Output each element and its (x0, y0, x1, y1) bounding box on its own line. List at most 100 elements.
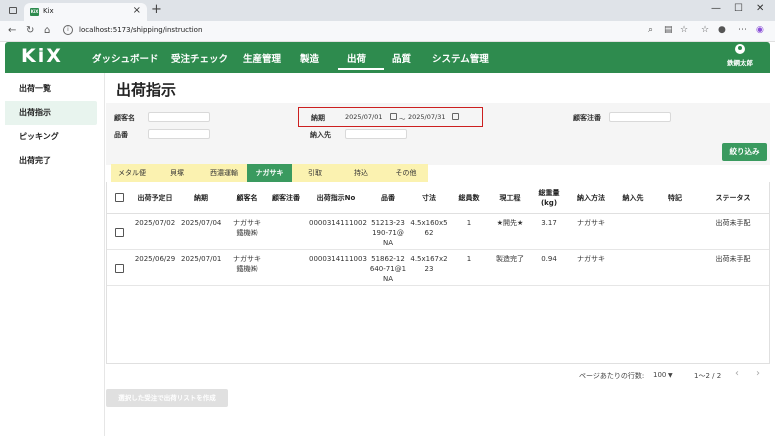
minimize-icon[interactable]: — (711, 3, 721, 14)
col-size[interactable]: 寸法 (409, 182, 449, 214)
col-destination[interactable]: 納入先 (615, 182, 651, 214)
home-icon[interactable]: ⌂ (44, 25, 50, 36)
tab-seino[interactable]: 西濃運輸 (201, 164, 247, 182)
tab-bring-in[interactable]: 持込 (338, 164, 384, 182)
col-process[interactable]: 現工程 (491, 182, 529, 214)
cell-ship-date: 2025/06/29 (134, 255, 176, 263)
nav-quality[interactable]: 品質 (392, 51, 411, 65)
tab-kaizuka[interactable]: 貝塚 (153, 164, 201, 182)
prev-page-icon[interactable]: ‹ (735, 368, 739, 379)
nav-system[interactable]: システム管理 (432, 51, 489, 65)
cell-status: 出荷未手配 (715, 219, 751, 227)
nav-active-indicator (338, 68, 384, 70)
nav-production[interactable]: 生産管理 (243, 51, 281, 65)
favicon-icon: KiX (30, 8, 39, 16)
part-label: 品番 (114, 131, 128, 139)
address-bar: ← ↻ ⌂ i localhost:5173/shipping/instruct… (0, 21, 775, 42)
tab-other[interactable]: その他 (384, 164, 428, 182)
order-no-input[interactable] (609, 112, 671, 122)
tab-metal[interactable]: メタル便 (111, 164, 153, 182)
cell-size: 4.5x160x5 62 (410, 219, 448, 237)
reload-icon[interactable]: ↻ (26, 25, 34, 36)
browser-tab[interactable]: KiX Kix × (24, 3, 147, 21)
rows-per-page-select[interactable]: 100 (653, 371, 666, 379)
cell-size: 4.5x167x2 23 (410, 255, 448, 273)
col-instruction-no[interactable]: 出荷指示No (309, 182, 363, 214)
sidebar-item-shipping-instruction[interactable]: 出荷指示 (5, 101, 97, 125)
favorites-bar-icon[interactable]: ☆ (701, 25, 709, 35)
app-logo[interactable]: KiX (21, 45, 63, 67)
col-weight[interactable]: 総重量 (kg) (531, 182, 567, 214)
calendar-from-icon[interactable] (390, 113, 397, 120)
part-input[interactable] (148, 129, 210, 139)
site-info-icon[interactable]: i (63, 25, 73, 35)
col-due[interactable]: 納期 (181, 182, 221, 214)
copilot-icon[interactable]: ◉ (756, 25, 764, 35)
app-header: KiX ダッシュボード 受注チェック 生産管理 製造 出荷 品質 システム管理 … (5, 42, 770, 73)
maximize-icon[interactable]: ☐ (734, 3, 743, 14)
cell-instruction-no: 0000314111003 (309, 255, 367, 263)
cell-method: ナガサキ (577, 219, 605, 227)
tab-close-icon[interactable]: × (133, 5, 141, 16)
new-tab-icon[interactable]: + (151, 2, 162, 17)
row-checkbox[interactable] (115, 264, 124, 273)
sidebar-item-shipping-list[interactable]: 出荷一覧 (5, 77, 97, 101)
cell-status: 出荷未手配 (715, 255, 751, 263)
sidebar-item-shipping-complete[interactable]: 出荷完了 (5, 149, 97, 173)
col-customer[interactable]: 顧客名 (227, 182, 267, 214)
row-checkbox[interactable] (115, 228, 124, 237)
col-order-no[interactable]: 顧客注番 (267, 182, 305, 214)
filter-button[interactable]: 絞り込み (722, 143, 767, 161)
back-icon[interactable]: ← (8, 25, 16, 36)
destination-label: 納入先 (310, 131, 331, 139)
window-menu-icon[interactable] (9, 7, 17, 14)
cell-customer: ナガサキ 鐵機㈱ (233, 255, 261, 273)
page-range: 1〜2 / 2 (694, 372, 722, 380)
cell-ship-date: 2025/07/02 (134, 219, 176, 227)
col-part[interactable]: 品番 (369, 182, 407, 214)
create-shipping-list-button[interactable]: 選択した受注で出荷リストを作成 (106, 389, 228, 407)
due-from-input[interactable]: 2025/07/01 (345, 113, 382, 121)
cell-due: 2025/07/04 (181, 219, 222, 227)
tab-nagasaki[interactable]: ナガサキ (247, 164, 292, 182)
destination-input[interactable] (345, 129, 407, 139)
cell-instruction-no: 0000314111002 (309, 219, 367, 227)
col-method[interactable]: 納入方法 (571, 182, 611, 214)
col-ship-date[interactable]: 出荷予定日 (133, 182, 177, 214)
nav-dashboard[interactable]: ダッシュボード (92, 51, 159, 65)
sidebar-item-picking[interactable]: ピッキング (5, 125, 97, 149)
table-row[interactable]: 2025/07/02 2025/07/04 ナガサキ 鐵機㈱ 000031411… (107, 214, 769, 250)
search-icon[interactable]: ⌕ (648, 25, 653, 35)
customer-input[interactable] (148, 112, 210, 122)
due-to-input[interactable]: 2025/07/31 (408, 113, 445, 121)
user-menu[interactable]: 鉄鋼太郎 (725, 44, 755, 67)
due-separator: 〜 (399, 115, 406, 123)
table-row[interactable]: 2025/06/29 2025/07/01 ナガサキ 鐵機㈱ 000031411… (107, 250, 769, 286)
nav-shipping[interactable]: 出荷 (347, 51, 366, 65)
rows-per-page-label: ページあたりの行数: (579, 372, 645, 380)
col-note[interactable]: 特記 (659, 182, 691, 214)
next-page-icon[interactable]: › (756, 368, 760, 379)
reader-icon[interactable]: ▤ (664, 25, 673, 35)
due-date-range: 納期 2025/07/01 〜 2025/07/31 (298, 107, 483, 127)
url-field[interactable]: i localhost:5173/shipping/instruction (62, 24, 702, 39)
due-label: 納期 (311, 114, 325, 122)
col-qty[interactable]: 総員数 (451, 182, 487, 214)
cell-process: 製造完了 (496, 255, 524, 263)
close-window-icon[interactable]: ✕ (756, 3, 764, 14)
cell-qty: 1 (466, 255, 472, 263)
select-all-checkbox[interactable] (115, 193, 124, 202)
cell-process: ★開先★ (496, 219, 524, 227)
tab-pickup[interactable]: 引取 (292, 164, 338, 182)
chevron-down-icon[interactable]: ▼ (668, 372, 673, 379)
profile-icon[interactable]: ● (718, 25, 726, 35)
table-header: 出荷予定日 納期 顧客名 顧客注番 出荷指示No 品番 寸法 総員数 現工程 総… (107, 182, 769, 214)
user-name: 鉄鋼太郎 (727, 59, 753, 67)
more-icon[interactable]: ⋯ (738, 25, 747, 35)
nav-order-check[interactable]: 受注チェック (171, 51, 228, 65)
calendar-to-icon[interactable] (452, 113, 459, 120)
favorite-icon[interactable]: ☆ (680, 25, 688, 35)
nav-manufacturing[interactable]: 製造 (300, 51, 319, 65)
col-status[interactable]: ステータス (703, 182, 763, 214)
cell-weight: 3.17 (541, 219, 557, 227)
